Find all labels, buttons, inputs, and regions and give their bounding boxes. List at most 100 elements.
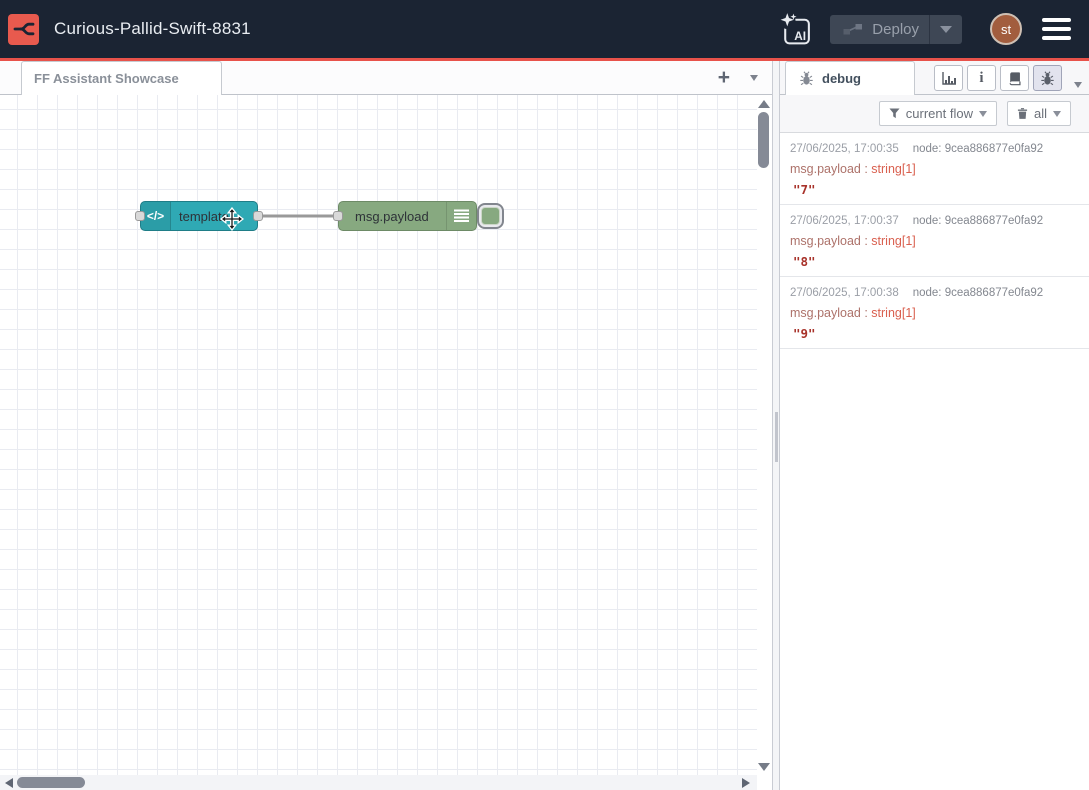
hamburger-icon [1042,18,1071,22]
bug-icon [799,71,814,86]
message-meta: 27/06/2025, 17:00:38node: 9cea886877e0fa… [790,287,1079,299]
deploy-button-group: Deploy [830,15,962,44]
chevron-down-icon [750,75,758,81]
debug-toolbar: current flow all [780,95,1089,133]
node-template-label: template [179,202,229,230]
tab-flow-active[interactable]: FF Assistant Showcase [21,61,222,95]
node-debug[interactable]: msg.payload [338,201,477,231]
template-output-port[interactable] [253,211,263,221]
scroll-down-arrow[interactable] [758,763,770,771]
message-source-node: node: 9cea886877e0fa92 [913,215,1043,227]
message-property: msg.payload [790,234,861,248]
ai-assistant-button[interactable]: AI [776,9,814,49]
node-red-app: Curious-Pallid-Swift-8831 AI [0,0,1089,790]
code-icon: </> [141,202,171,230]
ai-sparkle-icon: AI [777,10,814,48]
flow-tab-label: FF Assistant Showcase [34,71,179,86]
property-separator: : [861,306,871,320]
message-meta: 27/06/2025, 17:00:35 node: 9cea886877e0fa… [790,143,1079,155]
bug-icon [1040,71,1055,86]
message-property-row[interactable]: msg.payload : string[1] [790,234,1079,248]
debug-list-icon [446,202,476,230]
message-timestamp: 27/06/2025, 17:00:37 [790,215,899,227]
scroll-right-arrow[interactable] [742,778,750,788]
debug-filter-button[interactable]: current flow [879,101,997,126]
tab-dashboard[interactable] [934,65,963,91]
wire-layer [0,95,757,775]
property-separator: : [861,162,871,176]
message-type: string[1] [871,162,915,176]
flow-canvas[interactable]: </> template msg.payload [0,95,757,775]
message-meta: 27/06/2025, 17:00:37 node: 9cea886877e0fa… [790,215,1079,227]
vertical-scrollbar [755,95,772,775]
debug-clear-button[interactable]: all [1007,101,1071,126]
trash-icon [1017,107,1028,120]
message-property-row[interactable]: msg.payload : string[1] [790,162,1079,176]
debug-message: 27/06/2025, 17:00:37 node: 9cea886877e0fa… [780,205,1089,277]
flow-list-button[interactable] [750,75,758,81]
horizontal-scrollbar [0,775,757,790]
add-flow-button[interactable]: + [718,67,730,88]
message-timestamp: 27/06/2025, 17:00:35 [790,143,899,155]
hamburger-icon [1042,27,1071,31]
avatar-initials: st [1001,22,1011,37]
sidebar: debug i [780,61,1089,790]
debug-message: 27/06/2025, 17:00:35 node: 9cea886877e0fa… [780,133,1089,205]
chevron-down-icon [940,26,952,33]
flowfuse-logo [8,14,39,45]
chart-bar-icon [941,71,957,86]
chevron-down-icon [1053,111,1061,117]
horizontal-scroll-thumb[interactable] [17,777,85,788]
deploy-button[interactable]: Deploy [830,21,929,38]
header: Curious-Pallid-Swift-8831 AI [0,0,1089,61]
message-type: string[1] [871,306,915,320]
chevron-down-icon [979,111,987,117]
clear-label: all [1034,106,1047,121]
filter-label: current flow [906,106,973,121]
tab-help[interactable] [1000,65,1029,91]
debug-message: 27/06/2025, 17:00:38node: 9cea886877e0fa… [780,277,1089,349]
page-title: Curious-Pallid-Swift-8831 [54,19,251,39]
sidebar-tabs-menu-button[interactable] [1074,75,1082,93]
main-menu-button[interactable] [1040,14,1073,44]
info-icon: i [979,71,983,86]
node-template[interactable]: </> template [140,201,258,231]
property-separator: : [861,234,871,248]
svg-text:AI: AI [794,29,806,43]
debug-input-port[interactable] [333,211,343,221]
message-source-node: node: 9cea886877e0fa92 [913,143,1043,155]
funnel-icon [889,108,900,119]
vertical-scroll-thumb[interactable] [758,112,769,168]
sidebar-resize-handle[interactable] [772,61,780,790]
user-avatar[interactable]: st [990,13,1022,45]
resize-grip [775,412,778,462]
chevron-down-icon [1074,82,1082,88]
scroll-up-arrow[interactable] [758,100,770,108]
hamburger-icon [1042,36,1071,40]
book-icon [1007,71,1022,86]
debug-toggle-state [481,207,500,225]
scroll-left-arrow[interactable] [5,778,13,788]
tab-debug-active[interactable]: debug [785,61,915,95]
template-input-port[interactable] [135,211,145,221]
header-actions: AI Deploy st [776,9,1073,49]
debug-tab-label: debug [822,71,861,86]
message-property-row[interactable]: msg.payload : string[1] [790,306,1079,320]
branch-icon [13,20,35,38]
tab-info[interactable]: i [967,65,996,91]
node-debug-label: msg.payload [355,202,429,230]
tab-controls: + [718,61,758,94]
workspace-tabbar: FF Assistant Showcase + [0,61,772,95]
message-property: msg.payload [790,306,861,320]
debug-message-list: 27/06/2025, 17:00:35 node: 9cea886877e0fa… [780,133,1089,349]
debug-enable-toggle[interactable] [477,203,504,229]
deploy-options-button[interactable] [930,26,962,33]
deploy-label: Deploy [872,21,919,38]
sidebar-panel-buttons: i [934,65,1062,91]
sidebar-tabbar: debug i [780,61,1089,95]
tab-debug-button[interactable] [1033,65,1062,91]
message-source-node: node: 9cea886877e0fa92 [913,287,1043,299]
message-type: string[1] [871,234,915,248]
message-value: "9" [790,326,1079,341]
message-value: "7" [790,182,1079,197]
